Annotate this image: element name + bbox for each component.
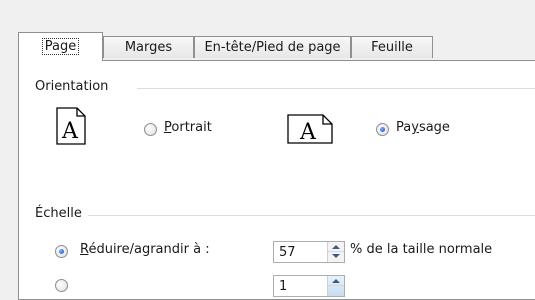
fit-to-radio[interactable] [55, 279, 68, 292]
paysage-radio[interactable] [376, 123, 389, 136]
scale-percent-spinner[interactable]: 57 [273, 241, 345, 263]
chevron-up-icon [332, 279, 340, 283]
tab-en-tete-pied-de-page[interactable]: En-tête/Pied de page [194, 36, 351, 58]
portrait-page-icon: A [56, 107, 86, 145]
portrait-icon-letter: A [61, 119, 79, 144]
fit-pages-spinner[interactable]: 1 [273, 275, 345, 297]
spin-down-button[interactable] [328, 252, 344, 262]
tab-page[interactable]: Page [18, 32, 103, 61]
orientation-group-label: Orientation [35, 79, 109, 94]
normal-size-label: % de la taille normale [350, 242, 493, 257]
spin-up-button[interactable] [328, 242, 344, 252]
fit-spinner-buttons [327, 276, 344, 296]
scaling-separator [88, 215, 535, 216]
paysage-radio-dot [380, 127, 385, 132]
reduce-radio-dot [59, 249, 64, 254]
landscape-icon-letter: A [299, 120, 317, 144]
chevron-down-icon [332, 254, 340, 258]
page-setup-panel [18, 60, 535, 300]
scaling-group-label: Échelle [35, 206, 82, 221]
reduce-radio[interactable] [55, 245, 68, 258]
reduce-label[interactable]: Réduire/agrandir à : [80, 242, 210, 257]
chevron-up-icon [332, 245, 340, 249]
portrait-radio[interactable] [144, 123, 157, 136]
portrait-label[interactable]: Portrait [164, 120, 212, 135]
paysage-label[interactable]: Paysage [396, 120, 450, 135]
orientation-separator [137, 88, 535, 89]
landscape-page-icon: A [287, 114, 333, 144]
scale-percent-value[interactable]: 57 [279, 245, 296, 260]
tab-marges[interactable]: Marges [103, 36, 194, 58]
tab-feuille[interactable]: Feuille [351, 36, 433, 58]
scale-spinner-buttons [327, 242, 344, 262]
fit-spin-up-button[interactable] [328, 276, 344, 286]
tab-strip: Page Marges En-tête/Pied de page Feuille [18, 32, 535, 61]
